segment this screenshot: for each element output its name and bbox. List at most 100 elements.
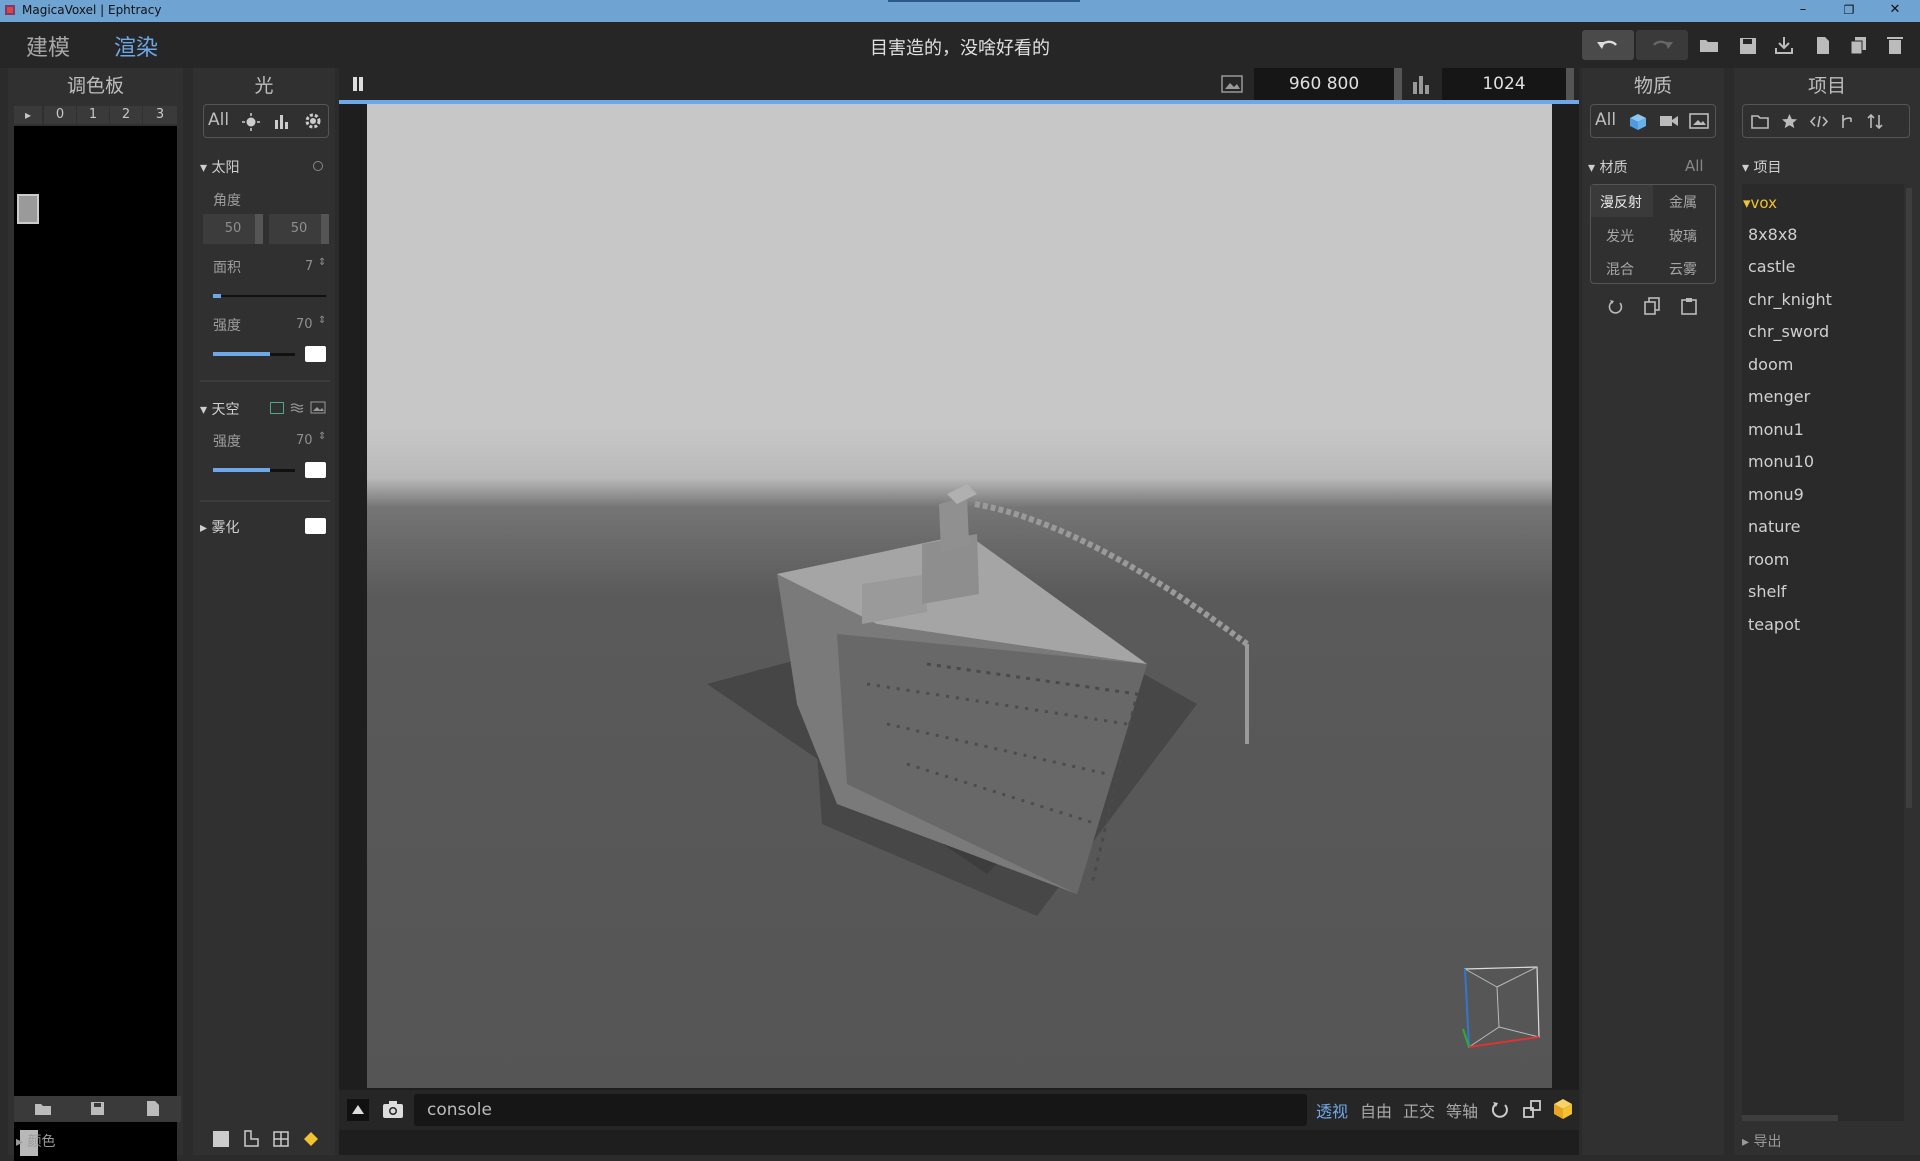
palette-tab-2[interactable]: 2 — [110, 106, 142, 124]
display-single-icon[interactable] — [213, 1131, 229, 1147]
project-item-doom[interactable]: doom — [1748, 355, 1793, 374]
project-list-scrollbar[interactable] — [1906, 188, 1912, 808]
palette-tab-3[interactable]: 3 — [143, 106, 177, 124]
palette-swatch-area[interactable] — [14, 126, 177, 1161]
close-button[interactable]: ✕ — [1872, 0, 1918, 22]
sun-toggle[interactable] — [313, 161, 323, 171]
image-size-icon[interactable] — [1221, 74, 1243, 94]
display-diamond-icon[interactable] — [302, 1130, 320, 1148]
material-reset-icon[interactable] — [1608, 298, 1624, 314]
reset-view-icon[interactable] — [1490, 1099, 1510, 1119]
export-button[interactable] — [1769, 30, 1799, 60]
palette-tab-1[interactable]: 1 — [77, 106, 109, 124]
material-camera-icon[interactable] — [1659, 114, 1679, 128]
display-corner-icon[interactable] — [243, 1130, 259, 1148]
gear-icon[interactable] — [304, 112, 322, 130]
undo-button[interactable] — [1582, 30, 1634, 60]
save-button[interactable] — [1733, 30, 1763, 60]
project-item-menger[interactable]: menger — [1748, 387, 1810, 406]
project-item-room[interactable]: room — [1748, 550, 1789, 569]
project-item-shelf[interactable]: shelf — [1748, 582, 1786, 601]
view-free[interactable]: 自由 — [1360, 1098, 1392, 1122]
project-item-teapot[interactable]: teapot — [1748, 615, 1800, 634]
project-sort-icon[interactable] — [1867, 113, 1883, 130]
material-type-cloud[interactable]: 云雾 — [1669, 259, 1697, 279]
project-folder-vox[interactable]: ▾vox — [1743, 194, 1777, 212]
light-filter-all[interactable]: All — [208, 110, 229, 130]
open-button[interactable] — [1694, 30, 1724, 60]
sun-color-swatch[interactable] — [305, 346, 326, 362]
material-type-diffuse[interactable]: 漫反射 — [1600, 192, 1642, 212]
project-folder-icon[interactable] — [1751, 114, 1769, 129]
minimize-button[interactable]: – — [1780, 0, 1826, 22]
new-button[interactable] — [1808, 30, 1838, 60]
selected-color-swatch[interactable] — [17, 194, 39, 224]
palette-save-icon[interactable] — [90, 1101, 105, 1116]
samples-handle[interactable] — [1566, 68, 1574, 100]
resolution-handle[interactable] — [1394, 68, 1402, 100]
sun-angle-y-handle[interactable] — [321, 214, 329, 244]
material-section[interactable]: ▾ 材质 — [1588, 157, 1627, 177]
sky-color-swatch[interactable] — [305, 462, 326, 478]
sun-area-value[interactable]: 7 — [305, 259, 313, 274]
sun-angle-x-field[interactable]: 50 — [203, 214, 263, 244]
project-item-chr-sword[interactable]: chr_sword — [1748, 322, 1829, 341]
sun-area-slider[interactable] — [213, 295, 326, 297]
material-type-emit[interactable]: 发光 — [1606, 226, 1634, 246]
sun-icon[interactable] — [242, 113, 260, 131]
sky-gradient-icon[interactable] — [290, 402, 304, 414]
project-star-icon[interactable] — [1781, 113, 1798, 130]
material-type-blend[interactable]: 混合 — [1606, 259, 1634, 279]
maximize-button[interactable]: ❐ — [1826, 0, 1872, 22]
material-paste-icon[interactable] — [1681, 297, 1697, 315]
material-image-icon[interactable] — [1689, 113, 1709, 129]
delete-button[interactable] — [1880, 30, 1910, 60]
view-orthographic[interactable]: 正交 — [1403, 1098, 1435, 1122]
sky-intensity-value[interactable]: 70 — [296, 433, 313, 448]
palette-open-icon[interactable] — [34, 1102, 52, 1116]
sky-flat-icon[interactable] — [270, 402, 284, 414]
project-list-hscrollbar[interactable] — [1742, 1115, 1838, 1121]
project-item-chr-knight[interactable]: chr_knight — [1748, 290, 1832, 309]
material-type-glass[interactable]: 玻璃 — [1669, 226, 1697, 246]
copy-button[interactable] — [1844, 30, 1874, 60]
project-item-8x8x8[interactable]: 8x8x8 — [1748, 225, 1797, 244]
project-export-section[interactable]: ▸ 导出 — [1742, 1131, 1781, 1151]
project-item-monu9[interactable]: monu9 — [1748, 485, 1804, 504]
material-section-all[interactable]: All — [1685, 157, 1704, 175]
palette-tab-0[interactable]: 0 — [44, 106, 76, 124]
project-item-monu1[interactable]: monu1 — [1748, 420, 1804, 439]
project-branch-icon[interactable] — [1839, 113, 1855, 130]
material-filter-all[interactable]: All — [1595, 110, 1616, 130]
sun-intensity-stepper[interactable]: ⇕ — [318, 315, 326, 326]
voxel-cube-icon[interactable] — [1553, 1098, 1573, 1120]
project-item-nature[interactable]: nature — [1748, 517, 1800, 536]
project-item-castle[interactable]: castle — [1748, 257, 1796, 276]
view-perspective[interactable]: 透视 — [1316, 1098, 1348, 1122]
material-cube-icon[interactable] — [1629, 113, 1647, 131]
bar-chart-icon[interactable] — [274, 113, 290, 129]
sky-section[interactable]: ▾ 天空 — [200, 399, 239, 419]
fog-section[interactable]: ▸ 雾化 — [200, 517, 239, 537]
palette-tab-arrow[interactable]: ▸ — [14, 106, 42, 124]
expand-up-icon[interactable] — [347, 1099, 369, 1121]
fog-color-swatch[interactable] — [305, 518, 326, 534]
sun-area-stepper[interactable]: ⇕ — [318, 257, 326, 268]
view-isometric[interactable]: 等轴 — [1446, 1098, 1478, 1122]
pause-icon-bar2[interactable] — [359, 77, 363, 91]
sun-section[interactable]: ▾ 太阳 — [200, 157, 239, 177]
console-input[interactable]: console — [414, 1094, 1307, 1126]
axis-gizmo-icon[interactable] — [1457, 959, 1552, 1059]
samples-field[interactable]: 1024 — [1442, 68, 1566, 100]
palette-color-section[interactable]: ▸ 颜色 — [16, 1131, 55, 1151]
sky-intensity-stepper[interactable]: ⇕ — [318, 431, 326, 442]
material-type-metal[interactable]: 金属 — [1669, 192, 1697, 212]
sun-intensity-value[interactable]: 70 — [296, 317, 313, 332]
pause-icon-bar1[interactable] — [353, 77, 357, 91]
frame-view-icon[interactable] — [1522, 1099, 1542, 1119]
render-viewport[interactable] — [367, 104, 1552, 1088]
display-grid-icon[interactable] — [273, 1131, 289, 1147]
sky-image-icon[interactable] — [310, 401, 326, 414]
project-code-icon[interactable] — [1809, 114, 1829, 129]
camera-icon[interactable] — [381, 1099, 405, 1121]
